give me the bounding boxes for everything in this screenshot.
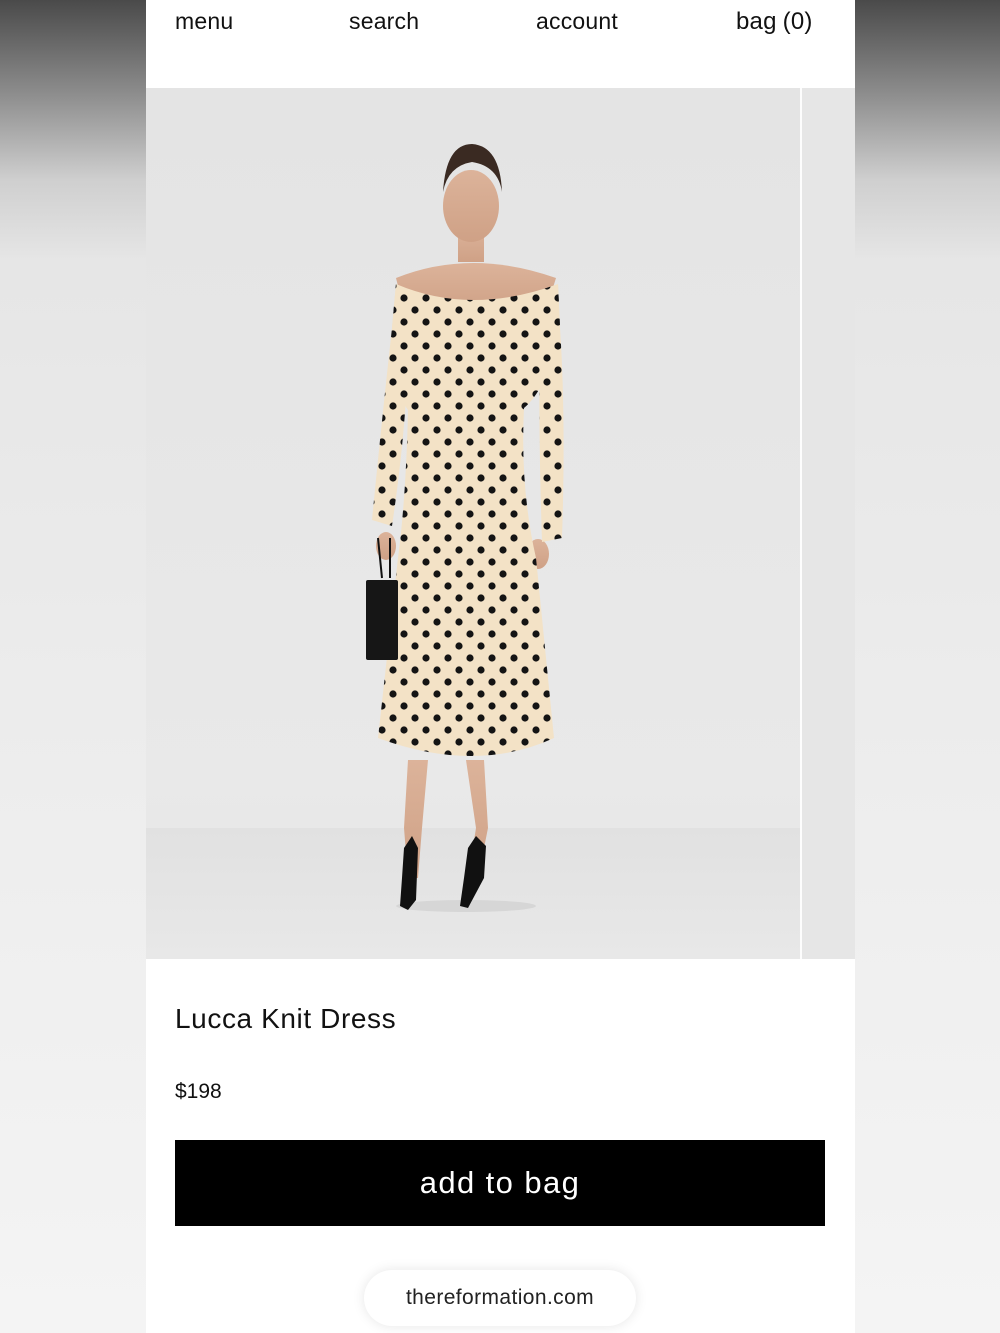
account-link[interactable]: account xyxy=(536,8,618,35)
bag-label: bag xyxy=(736,8,777,35)
url-text: thereformation.com xyxy=(405,1286,595,1309)
product-image-slide[interactable] xyxy=(146,88,800,959)
next-image-peek[interactable] xyxy=(802,88,855,959)
add-to-bag-button[interactable]: add to bag xyxy=(175,1140,825,1226)
product-image-carousel[interactable] xyxy=(146,88,855,959)
bag-count: (0) xyxy=(782,8,813,35)
model-in-polka-dot-dress-image xyxy=(366,144,564,912)
top-navigation: menu search account bag (0) xyxy=(146,0,855,88)
search-link[interactable]: search xyxy=(349,8,419,35)
browser-url-bar[interactable]: thereformation.com xyxy=(364,1270,636,1326)
product-title: Lucca Knit Dress xyxy=(175,1003,397,1034)
bag-link[interactable]: bag (0) xyxy=(736,8,813,36)
product-price: $198 xyxy=(175,1080,222,1103)
product-page: menu search account bag (0) Lucca Knit D… xyxy=(146,0,855,1333)
menu-link[interactable]: menu xyxy=(175,8,233,35)
